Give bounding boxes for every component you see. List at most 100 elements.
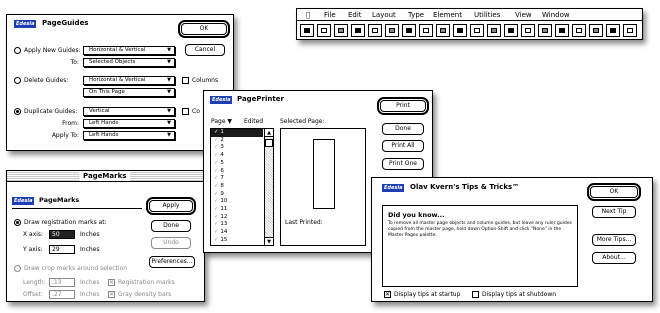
from-select[interactable]: Left Hands ▼ [83,119,175,128]
preferences-button[interactable]: Preferences... [149,256,195,268]
next-tip-button[interactable]: Next Tip [592,206,636,218]
duplicate-columns-checkbox[interactable] [182,108,189,115]
ok-button[interactable]: OK [587,183,641,201]
page-list-row[interactable]: ✓ 15 [211,237,263,245]
offset-field[interactable]: .27 [49,290,75,299]
apply-to-select[interactable]: Left Hands ▼ [83,131,175,140]
duplicate-guides-select[interactable]: Vertical ▼ [83,107,175,116]
menu-element[interactable]: Element [433,9,462,21]
page-list-row[interactable]: ✓ 7 [211,175,263,183]
view-tool-icon[interactable] [572,24,586,37]
page-list-row[interactable]: ✓ 1 [211,129,263,137]
align-tool-icon[interactable] [487,24,501,37]
to-select[interactable]: Selected Objects ▼ [83,58,175,67]
menu-type[interactable]: Type [408,9,424,21]
check-tool-icon[interactable] [385,24,399,37]
page-list-row[interactable]: ✓ 14 [211,229,263,237]
registration-marks-radio[interactable] [14,219,21,226]
page-list-row[interactable]: ✓ 4 [211,152,263,160]
x-axis-label: X axis: [23,231,44,238]
menu-view[interactable]: View [515,9,532,21]
crop-marks-radio[interactable] [14,265,21,272]
text-tool-icon[interactable] [402,24,416,37]
from-label: From: [62,120,79,127]
page-list-row[interactable]: ✓ 12 [211,214,263,222]
done-button[interactable]: Done [382,123,424,135]
columns-checkbox[interactable] [182,77,189,84]
page-list-row[interactable]: ✓ 6 [211,168,263,176]
registration-marks-label: Draw registration marks at: [24,219,107,226]
display-at-startup-label: Display tips at startup [394,291,461,298]
chevron-down-icon: ▼ [167,89,171,95]
zoom-tool-icon[interactable] [589,24,603,37]
apply-new-guides-select[interactable]: Horizontal & Vertical ▼ [83,46,175,55]
apply-new-guides-radio[interactable] [14,47,21,54]
page-list-row[interactable]: ✓ 13 [211,221,263,229]
edited-column-header: Edited [244,118,264,125]
registration-checkbox[interactable]: ✕ [108,279,115,286]
ok-button[interactable]: OK [178,20,230,38]
page-list-row[interactable]: ✓ 8 [211,183,263,191]
chevron-down-icon: ▼ [167,59,171,65]
density-bars-checkbox[interactable]: ✕ [108,291,115,298]
copy-tool-icon[interactable] [351,24,365,37]
page-list-row[interactable]: ✓ 11 [211,206,263,214]
page-column-header[interactable]: Page ▼ [211,118,232,126]
menu-layout[interactable]: Layout [372,9,396,21]
scroll-thumb[interactable] [265,139,273,147]
menu-file[interactable]: File [324,9,336,21]
page-list-row[interactable]: ✓ 2 [211,137,263,145]
tips-dialog: Edesia Olav Kvern's Tips & Tricks™ Did y… [371,177,653,302]
delete-guides-select[interactable]: Horizontal & Vertical ▼ [83,76,175,85]
group-tool-icon[interactable] [521,24,535,37]
menu-window[interactable]: Window [542,9,570,21]
print-one-button[interactable]: Print One [382,158,424,170]
page-list-row[interactable]: ✓ 5 [211,160,263,168]
scroll-down-arrow-icon[interactable]: ▼ [265,237,273,245]
columns-tool-icon[interactable] [419,24,433,37]
tip-text: To remove all master page objects and co… [388,221,572,238]
page-number: 4 [220,152,224,159]
help-tool-icon[interactable] [623,24,637,37]
grid-tool-icon[interactable] [436,24,450,37]
duplicate-guides-radio[interactable] [14,108,21,115]
length-field[interactable]: .13 [49,278,75,287]
menu-utilities[interactable]: Utilities [474,9,500,21]
cut-tool-icon[interactable] [334,24,348,37]
page-number: 13 [220,221,228,228]
scrollbar[interactable]: ▲ ▼ [264,129,273,245]
frame-tool-icon[interactable] [453,24,467,37]
apply-button[interactable]: Apply [146,197,196,215]
cancel-button[interactable]: Cancel [185,44,225,56]
y-axis-field[interactable]: 29 [49,245,75,254]
layers-tool-icon[interactable] [538,24,552,37]
delete-guides-radio[interactable] [14,77,21,84]
page-list-row[interactable]: ✓ 10 [211,198,263,206]
rotate-tool-icon[interactable] [504,24,518,37]
delete-scope-select[interactable]: On This Page ▼ [83,88,175,97]
paste-tool-icon[interactable] [368,24,382,37]
apple-menu-icon[interactable]:  [306,9,310,21]
more-tips-button[interactable]: More Tips... [592,234,636,246]
window-titlebar: PageMarks [7,171,204,182]
display-at-startup-checkbox[interactable]: ✕ [384,291,391,298]
page-tool-icon[interactable] [300,24,314,37]
display-at-shutdown-checkbox[interactable] [472,291,479,298]
y-axis-label: Y axis: [23,246,43,253]
print-all-button[interactable]: Print All [382,140,424,152]
picture-tool-icon[interactable] [555,24,569,37]
x-axis-field[interactable]: 50 [49,230,75,239]
page-list[interactable]: ✓ 1 ✓ 2 ✓ 3 ✓ 4 ✓ 5 ✓ 6 ✓ 7 ✓ 8 ✓ 9 ✓ 10 ✓ 11 ✓ 12 ✓… [210,128,274,246]
undo-button[interactable]: Undo [151,237,191,249]
link-tool-icon[interactable] [470,24,484,37]
done-button[interactable]: Done [151,220,191,232]
print-button[interactable]: Print [377,97,429,115]
page-list-row[interactable]: ✓ 3 [211,144,263,152]
page-list-row[interactable]: ✓ 9 [211,191,263,199]
save-tool-icon[interactable] [317,24,331,37]
about-button[interactable]: About... [592,252,636,264]
page-number: 15 [220,236,228,243]
scroll-up-arrow-icon[interactable]: ▲ [265,129,273,137]
window-tool-icon[interactable] [606,24,620,37]
menu-edit[interactable]: Edit [348,9,362,21]
